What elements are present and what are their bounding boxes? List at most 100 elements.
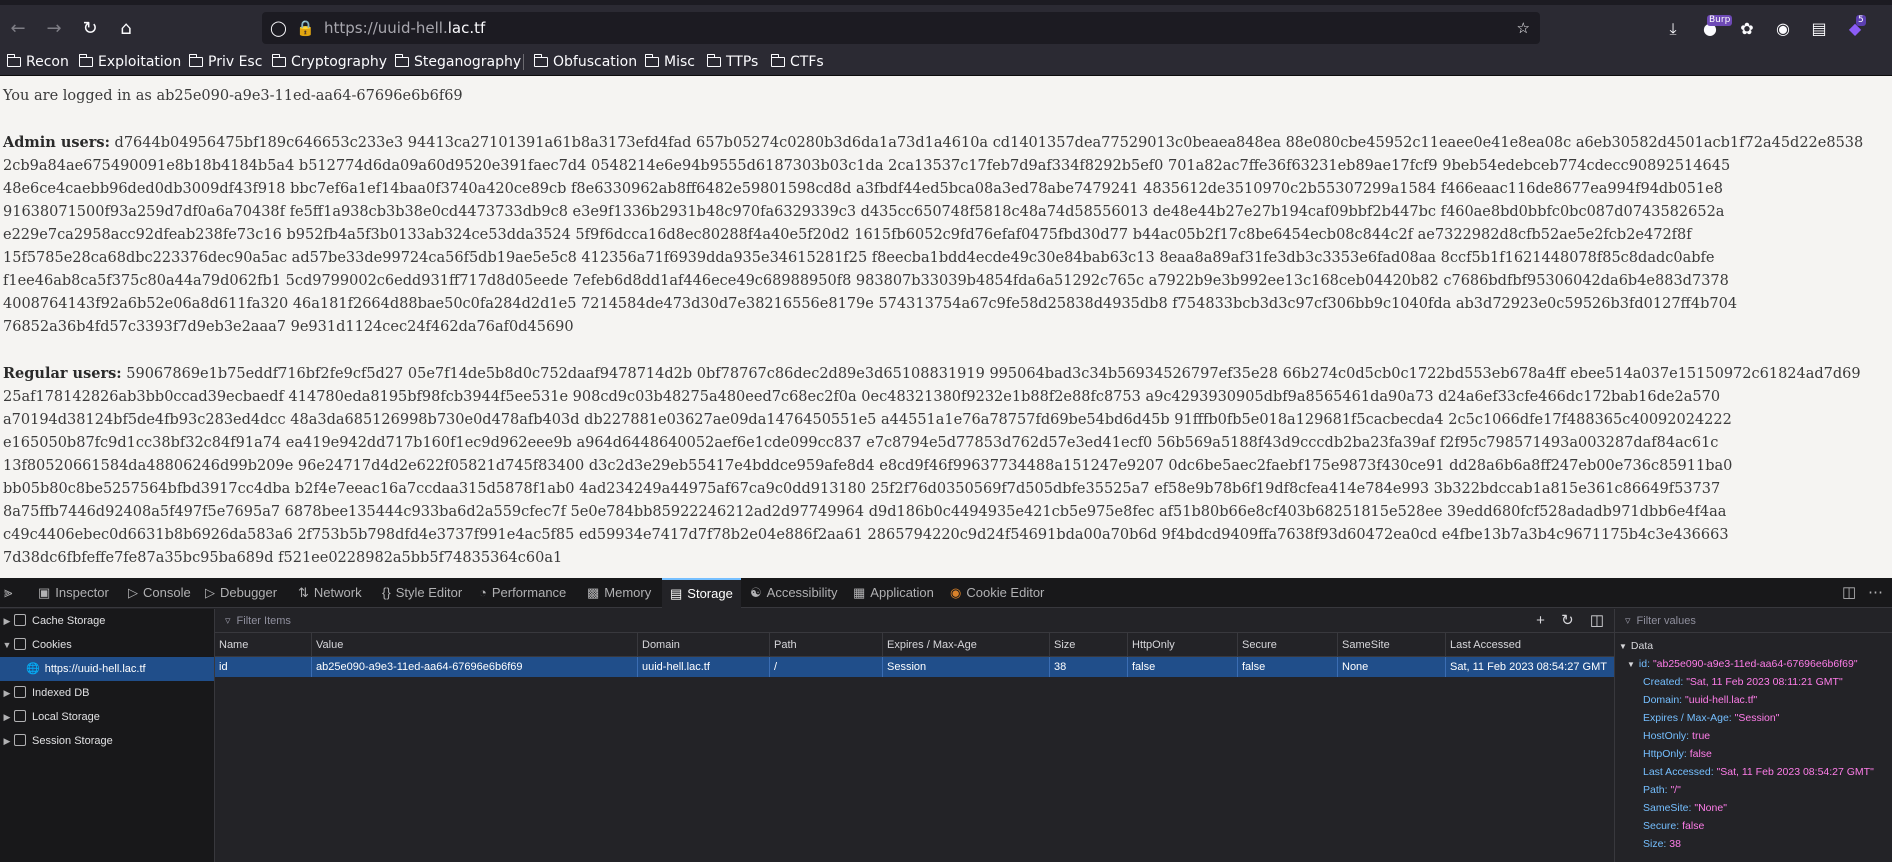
tab-console[interactable]: ▷ Console	[128, 578, 191, 608]
col-domain[interactable]: Domain	[637, 633, 769, 657]
add-item-icon[interactable]: +	[1536, 612, 1545, 629]
expand-arrow-icon[interactable]: ▶	[0, 729, 14, 753]
tree-cookie-origin[interactable]: 🌐 https://uuid-hell.lac.tf	[0, 657, 214, 681]
bookmark-ctfs[interactable]: CTFs	[770, 48, 824, 76]
data-prop-row[interactable]: HostOnly: true	[1615, 727, 1892, 745]
table-header: Name Value Domain Path Expires / Max-Age…	[215, 633, 1614, 657]
debugger-icon: ▷	[205, 585, 215, 600]
lock-icon[interactable]: 🔒	[296, 12, 315, 44]
tab-network[interactable]: ⇅ Network	[298, 578, 362, 608]
col-path[interactable]: Path	[769, 633, 882, 657]
data-prop-row[interactable]: Secure: false	[1615, 817, 1892, 835]
library-icon[interactable]: ▤	[1804, 13, 1834, 45]
url-bar[interactable]: ◯ 🔒 https://uuid-hell.lac.tf ☆	[262, 12, 1540, 44]
data-prop-row[interactable]: SameSite: "None"	[1615, 799, 1892, 817]
cell-samesite[interactable]: None	[1337, 657, 1445, 677]
data-id-row[interactable]: ▼ id: "ab25e090-a9e3-11ed-aa64-67696e6b6f…	[1615, 655, 1892, 673]
url-text[interactable]: https://uuid-hell.lac.tf	[324, 12, 485, 44]
data-header[interactable]: ▼ Data	[1615, 637, 1892, 655]
bookmark-star-icon[interactable]: ☆	[1517, 12, 1530, 44]
col-size[interactable]: Size	[1049, 633, 1127, 657]
wappalyzer-icon[interactable]: ◉	[1768, 13, 1798, 45]
tab-label: Application	[870, 585, 934, 600]
cell-secure[interactable]: false	[1237, 657, 1337, 677]
cell-value[interactable]: ab25e090-a9e3-11ed-aa64-67696e6b6f69	[311, 657, 611, 677]
filter-items-input[interactable]: ▿ Filter Items	[215, 609, 1614, 633]
reload-icon[interactable]: ↻	[74, 13, 106, 45]
regular-uuid-line: 13f80520661584da48806246d99b209e 96e2471…	[3, 458, 1733, 474]
data-prop-row[interactable]: Domain: "uuid-hell.lac.tf"	[1615, 691, 1892, 709]
bookmark-recon[interactable]: Recon	[6, 48, 69, 76]
tab-performance[interactable]: ◔ Performance	[479, 578, 566, 608]
burp-extension-icon[interactable]: ● Burp	[1695, 13, 1733, 45]
tree-session-storage[interactable]: ▶ Session Storage	[0, 729, 214, 753]
cookie-extension-icon[interactable]: ✿	[1732, 13, 1762, 45]
cell-path[interactable]: /	[769, 657, 882, 677]
data-prop-row[interactable]: Last Accessed: "Sat, 11 Feb 2023 08:54:2…	[1615, 763, 1892, 781]
col-httponly[interactable]: HttpOnly	[1127, 633, 1237, 657]
bookmark-ttps[interactable]: TTPs	[706, 48, 758, 76]
tree-cookies[interactable]: ▼ Cookies	[0, 633, 214, 657]
expand-arrow-icon[interactable]: ▶	[0, 705, 14, 729]
refresh-icon[interactable]: ↻	[1561, 612, 1574, 629]
bookmark-steganography[interactable]: Steganography	[394, 48, 521, 76]
collapse-arrow-icon[interactable]: ▼	[1627, 660, 1635, 669]
data-prop-row[interactable]: Expires / Max-Age: "Session"	[1615, 709, 1892, 727]
shield-icon[interactable]: ◯	[270, 12, 287, 44]
cell-domain[interactable]: uuid-hell.lac.tf	[637, 657, 769, 677]
col-samesite[interactable]: SameSite	[1337, 633, 1445, 657]
downloads-icon[interactable]: ⤓	[1658, 13, 1688, 45]
collapse-arrow-icon[interactable]: ▼	[0, 633, 14, 657]
bookmark-misc[interactable]: Misc	[644, 48, 695, 76]
cell-httponly[interactable]: false	[1127, 657, 1237, 677]
cell-name[interactable]: id	[215, 657, 311, 677]
element-picker-icon[interactable]: ⫸	[4, 578, 12, 608]
bookmark-obfuscation[interactable]: Obfuscation	[533, 48, 637, 76]
data-prop-row[interactable]: Size: 38	[1615, 835, 1892, 853]
col-secure[interactable]: Secure	[1237, 633, 1337, 657]
cell-expires[interactable]: Session	[882, 657, 1049, 677]
bookmark-label: Misc	[664, 54, 695, 70]
storage-type-icon	[14, 734, 26, 746]
tab-inspector[interactable]: ▣ Inspector	[38, 578, 109, 608]
data-prop-row[interactable]: Path: "/"	[1615, 781, 1892, 799]
expand-arrow-icon[interactable]: ▶	[0, 609, 14, 633]
expand-arrow-icon[interactable]: ▶	[0, 681, 14, 705]
tab-accessibility[interactable]: ☯ Accessibility	[750, 578, 837, 608]
collapse-arrow-icon[interactable]: ▼	[1619, 642, 1627, 651]
cell-last-accessed[interactable]: Sat, 11 Feb 2023 08:54:27 GMT	[1445, 657, 1614, 677]
home-icon[interactable]: ⌂	[110, 13, 142, 45]
data-prop-row[interactable]: Created: "Sat, 11 Feb 2023 08:11:21 GMT"	[1615, 673, 1892, 691]
data-prop-row[interactable]: HttpOnly: false	[1615, 745, 1892, 763]
table-row[interactable]: id ab25e090-a9e3-11ed-aa64-67696e6b6f69 …	[215, 657, 1614, 677]
tab-style-editor[interactable]: {} Style Editor	[382, 578, 462, 608]
tree-cache-storage[interactable]: ▶ Cache Storage	[0, 609, 214, 633]
toggle-sidebar-icon[interactable]: ◫	[1590, 612, 1604, 629]
tab-application[interactable]: ▦ Application	[853, 578, 934, 608]
col-name[interactable]: Name	[215, 633, 311, 657]
col-expires[interactable]: Expires / Max-Age	[882, 633, 1049, 657]
tab-memory[interactable]: ▩ Memory	[587, 578, 651, 608]
bookmark-cryptography[interactable]: Cryptography	[271, 48, 388, 76]
accessibility-icon: ☯	[750, 585, 762, 600]
col-last-accessed[interactable]: Last Accessed	[1445, 633, 1614, 657]
bookmark-label: Cryptography	[291, 54, 388, 70]
bookmark-priv-esc[interactable]: Priv Esc	[188, 48, 262, 76]
more-options-icon[interactable]: ⋯	[1868, 578, 1883, 608]
tab-label: Storage	[687, 586, 733, 601]
tab-debugger[interactable]: ▷ Debugger	[205, 578, 277, 608]
admin-uuid-line: f1ee46ab8ca5f375c80a44a79d062fb1 5cd9799…	[3, 273, 1729, 289]
tab-storage[interactable]: ▤ Storage	[662, 578, 741, 608]
dock-side-icon[interactable]: ◫	[1842, 578, 1856, 608]
tree-local-storage[interactable]: ▶ Local Storage	[0, 705, 214, 729]
col-value[interactable]: Value	[311, 633, 611, 657]
tab-cookie-editor[interactable]: ◉ Cookie Editor	[950, 578, 1044, 608]
bookmark-exploitation[interactable]: Exploitation	[78, 48, 181, 76]
filter-values-input[interactable]: ▿ Filter values	[1615, 609, 1892, 633]
back-icon[interactable]: ←	[2, 13, 34, 45]
tree-indexed-db[interactable]: ▶ Indexed DB	[0, 681, 214, 705]
folder-icon	[188, 54, 203, 67]
extension-icon[interactable]: ◆ 5	[1840, 13, 1870, 45]
cell-size[interactable]: 38	[1049, 657, 1127, 677]
forward-icon[interactable]: →	[38, 13, 70, 45]
